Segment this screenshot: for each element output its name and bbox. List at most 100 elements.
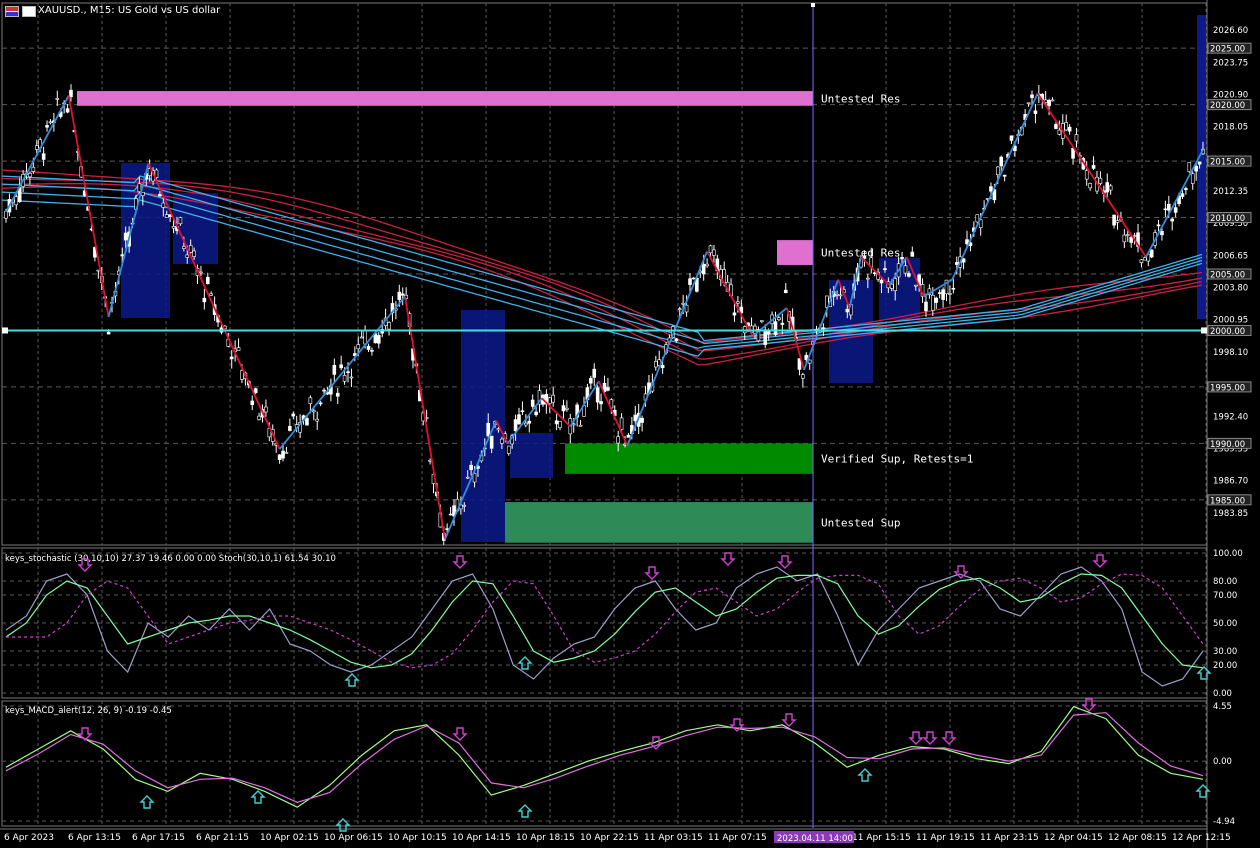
y-axis-label: 2003.80 xyxy=(1213,284,1248,294)
price-level-label: 2025.00 xyxy=(1210,45,1245,55)
candle-body xyxy=(1115,220,1120,223)
candle-body xyxy=(161,202,166,208)
candle-body xyxy=(257,415,261,420)
candle-body xyxy=(137,183,142,193)
candle-body xyxy=(171,226,176,229)
x-axis-label: 12 Apr 12:15 xyxy=(1172,833,1231,843)
candle-body xyxy=(34,145,39,150)
candle-body xyxy=(335,392,340,397)
candle-body xyxy=(1091,165,1096,169)
candle-body xyxy=(677,308,682,311)
candle-body xyxy=(838,294,843,297)
candle-body xyxy=(1187,162,1192,172)
zone-support_verified xyxy=(565,443,813,474)
y-axis-label: 2006.65 xyxy=(1213,251,1248,261)
candle-body xyxy=(1112,214,1116,226)
candle-body xyxy=(934,297,939,303)
candle-body xyxy=(489,435,494,449)
candle-body xyxy=(202,297,207,303)
x-axis-label: 6 Apr 2023 xyxy=(4,833,54,843)
candle-body xyxy=(1050,99,1055,102)
candle-body xyxy=(236,347,241,351)
candle-body xyxy=(691,277,696,280)
x-axis-label: 10 Apr 14:15 xyxy=(452,833,511,843)
y-axis-label: 80.00 xyxy=(1213,577,1237,587)
candle-body xyxy=(41,153,46,160)
sell-arrow-icon xyxy=(720,552,736,566)
candle-body xyxy=(773,321,778,335)
candle-body xyxy=(760,320,764,322)
y-axis-label: 20.00 xyxy=(1213,661,1237,671)
stoch-title: keys_stochastic (30,10,10) 27.37 19.46 0… xyxy=(5,554,336,564)
price-level-label: 2000.00 xyxy=(1210,327,1245,337)
candle-body xyxy=(305,418,309,426)
x-axis-label: 11 Apr 15:15 xyxy=(852,833,911,843)
candle-body xyxy=(1170,218,1175,222)
candle-body xyxy=(534,411,538,416)
price-level-label: 2020.00 xyxy=(1210,101,1245,111)
buy-arrow-icon xyxy=(344,673,360,687)
zigzag-segment xyxy=(67,95,110,318)
candle-body xyxy=(322,389,326,392)
candle-body xyxy=(513,419,518,432)
x-axis-label: 6 Apr 21:15 xyxy=(196,833,249,843)
candle-body xyxy=(520,410,525,413)
y-axis-label: 50.00 xyxy=(1213,619,1237,629)
candle-body xyxy=(400,293,405,296)
sell-arrow-icon xyxy=(781,713,797,727)
candle-body xyxy=(660,364,665,369)
candle-body xyxy=(1074,134,1079,142)
candle-body xyxy=(1197,161,1202,165)
candle-body xyxy=(561,405,566,412)
zone-resistance xyxy=(77,91,813,106)
trading-chart-window[interactable]: XAUUSD., M15: US Gold vs US dollar 6 Apr… xyxy=(0,0,1260,848)
candle-body xyxy=(619,417,624,430)
candle-body xyxy=(1026,102,1031,105)
candle-body xyxy=(616,436,620,444)
candle-body xyxy=(961,258,966,263)
candle-body xyxy=(349,376,354,379)
chart-canvas[interactable]: 6 Apr 2023 6 Apr 13:15 6 Apr 17:15 6 Apr 21… xyxy=(0,0,1260,848)
macd-title: keys_MACD_alert(12, 26, 9) -0.19 -0.45 xyxy=(5,706,172,716)
candle-body xyxy=(558,420,562,428)
candle-body xyxy=(462,504,467,507)
candle-body xyxy=(948,293,952,295)
candle-body xyxy=(199,271,203,274)
candle-body xyxy=(14,196,19,206)
x-axis-label: 10 Apr 10:15 xyxy=(388,833,447,843)
zigzag-segment xyxy=(951,92,1039,281)
candle-body xyxy=(308,397,313,405)
x-axis-label: 10 Apr 02:15 xyxy=(260,833,319,843)
candle-body xyxy=(989,186,993,192)
candle-body xyxy=(1173,207,1178,213)
candle-body xyxy=(158,194,162,197)
candle-body xyxy=(469,464,473,471)
candle-body xyxy=(681,302,685,305)
candle-body xyxy=(1054,124,1058,129)
candle-body xyxy=(1160,231,1164,236)
candle-body xyxy=(527,420,532,424)
stoch-main-line xyxy=(5,566,1204,687)
candle-body xyxy=(315,418,320,422)
zigzag-segment xyxy=(597,380,629,446)
candle-body xyxy=(1122,234,1127,243)
candle-body xyxy=(1105,182,1110,193)
candle-body xyxy=(1190,173,1195,184)
x-axis-label: 11 Apr 23:15 xyxy=(980,833,1039,843)
x-axis-label: 10 Apr 18:15 xyxy=(516,833,575,843)
candle-body xyxy=(626,434,631,438)
candle-body xyxy=(185,254,190,258)
candle-body xyxy=(1108,185,1113,191)
candle-body xyxy=(862,255,867,259)
y-axis-label: 100.00 xyxy=(1213,549,1243,559)
candle-body xyxy=(712,249,716,256)
candle-body xyxy=(1084,170,1089,180)
price-level-label: 1990.00 xyxy=(1210,440,1245,450)
y-axis-label: 1986.70 xyxy=(1213,477,1248,487)
candle-body xyxy=(120,254,125,257)
candle-body xyxy=(4,210,8,219)
candle-body xyxy=(821,327,826,329)
candle-body xyxy=(205,276,210,285)
candle-body xyxy=(55,98,60,100)
candle-body xyxy=(995,166,1000,176)
